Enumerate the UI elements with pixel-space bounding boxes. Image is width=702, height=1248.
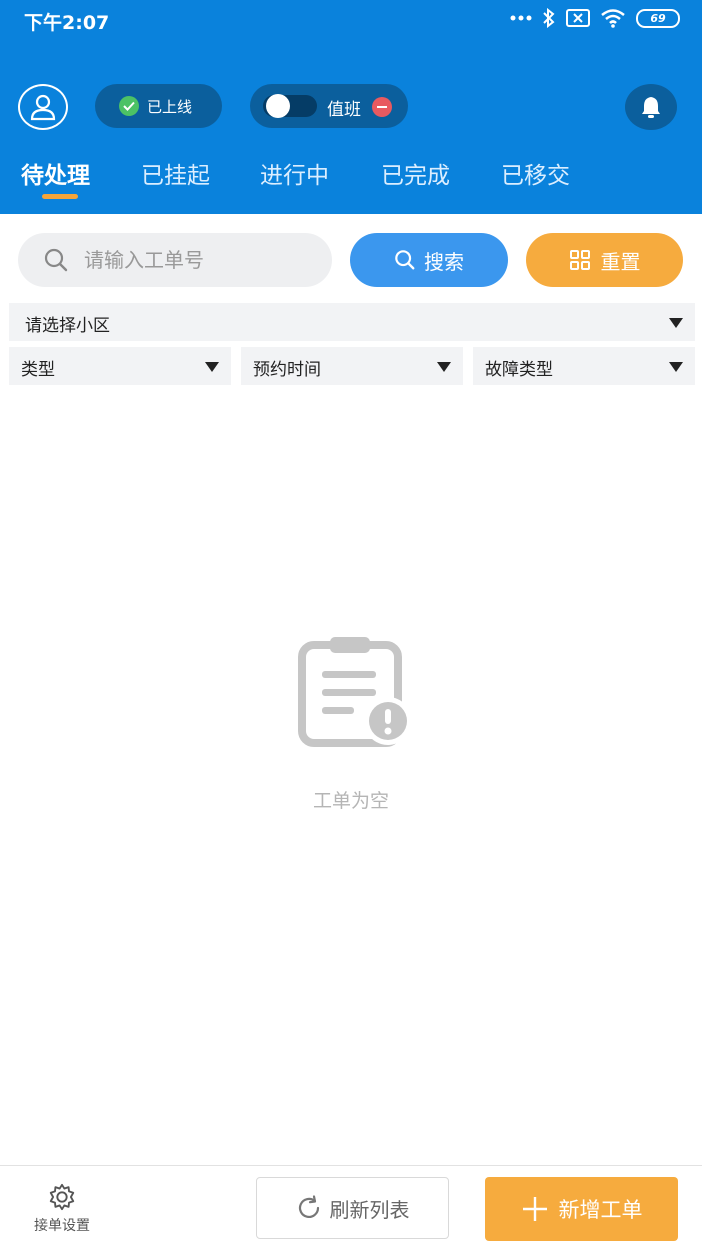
avatar-button[interactable] (18, 84, 68, 130)
add-work-order-label: 新增工单 (558, 1198, 643, 1222)
appointment-time-select[interactable]: 预约时间 (241, 347, 463, 385)
refresh-list-button[interactable]: 刷新列表 (256, 1177, 449, 1239)
community-select-value: 请选择小区 (25, 316, 110, 336)
wifi-icon (601, 9, 625, 28)
toolbar-row: 已上线 值班 (0, 82, 702, 132)
no-sim-icon (566, 9, 590, 27)
online-status-label: 已上线 (147, 97, 193, 116)
dropdown-arrow-icon (437, 362, 451, 372)
empty-clipboard-icon (298, 637, 412, 747)
type-select[interactable]: 类型 (9, 347, 231, 385)
fault-type-select-value: 故障类型 (485, 360, 553, 380)
tab-suspended[interactable]: 已挂起 (141, 156, 210, 190)
bell-icon (642, 97, 660, 118)
gear-icon (49, 1183, 75, 1211)
dropdown-arrow-icon (205, 362, 219, 372)
grid-icon (569, 250, 590, 270)
battery-indicator: 69 (636, 8, 680, 28)
reset-button-label: 重置 (600, 249, 641, 274)
user-icon (30, 94, 56, 121)
community-select[interactable]: 请选择小区 (9, 303, 695, 341)
check-icon (119, 96, 139, 116)
refresh-icon (298, 1195, 319, 1219)
tab-completed[interactable]: 已完成 (381, 156, 450, 190)
duty-toggle-pill[interactable]: 值班 (250, 84, 408, 128)
search-box[interactable] (18, 233, 332, 287)
search-button-label: 搜索 (424, 249, 464, 274)
status-time: 下午2:07 (24, 12, 110, 34)
search-icon (395, 250, 415, 270)
dropdown-arrow-icon (669, 318, 683, 328)
dropdown-arrow-icon (669, 362, 683, 372)
type-select-value: 类型 (21, 360, 55, 380)
minus-circle-icon (372, 97, 392, 117)
fault-type-select[interactable]: 故障类型 (473, 347, 695, 385)
online-status-pill[interactable]: 已上线 (95, 84, 222, 128)
bluetooth-icon (543, 8, 555, 28)
refresh-list-label: 刷新列表 (329, 1197, 410, 1222)
plus-icon (522, 1197, 547, 1221)
status-bar: 下午2:07 69 (0, 0, 702, 40)
empty-state-text: 工单为空 (312, 790, 389, 812)
reset-button[interactable]: 重置 (526, 233, 683, 287)
tab-in-progress[interactable]: 进行中 (260, 156, 329, 190)
more-dots-icon (510, 15, 532, 21)
search-button[interactable]: 搜索 (350, 233, 508, 287)
status-icons: 69 (510, 8, 680, 28)
notification-button[interactable] (625, 84, 677, 130)
tab-pending[interactable]: 待处理 (21, 156, 90, 190)
status-tabs: 待处理 已挂起 进行中 已完成 已移交 (0, 150, 702, 202)
add-work-order-button[interactable]: 新增工单 (485, 1177, 678, 1241)
tab-transferred[interactable]: 已移交 (501, 156, 570, 190)
app-header: 下午2:07 69 已上线 值班 待处理 已挂起 进行中 已完成 已移交 (0, 0, 702, 214)
toggle-knob (266, 94, 290, 118)
work-order-search-input[interactable] (84, 239, 324, 281)
duty-toggle[interactable] (263, 94, 317, 118)
search-icon (44, 248, 68, 272)
order-settings-label: 接单设置 (34, 1218, 90, 1234)
order-settings-button[interactable]: 接单设置 (22, 1182, 102, 1235)
active-tab-indicator (42, 194, 78, 199)
appointment-time-select-value: 预约时间 (253, 360, 321, 380)
duty-label: 值班 (327, 100, 361, 120)
bottom-bar: 接单设置 刷新列表 新增工单 (0, 1165, 702, 1248)
